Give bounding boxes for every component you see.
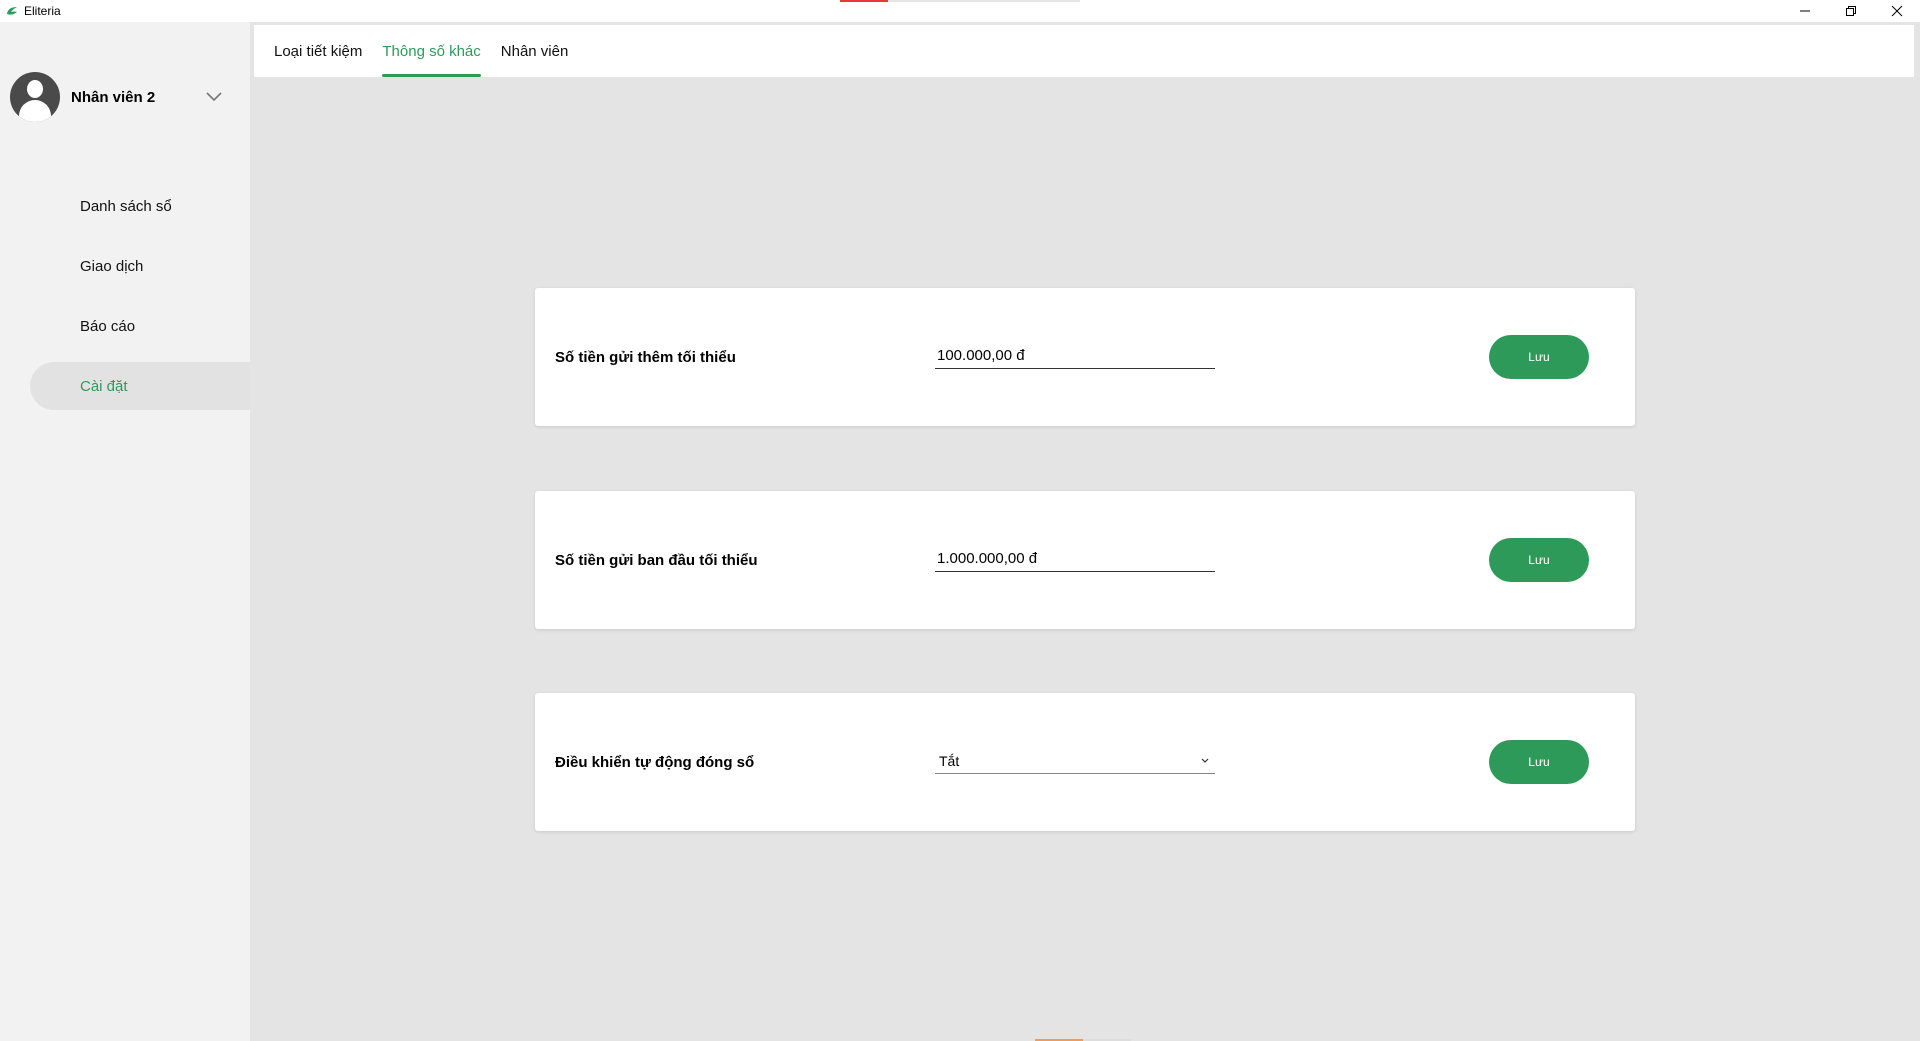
window-title: Eliteria [24, 4, 61, 18]
setting-card-min-initial: Số tiền gửi ban đầu tối thiểu Lưu [535, 491, 1635, 629]
sidebar-item-book-list[interactable]: Danh sách sổ [0, 182, 250, 230]
save-button[interactable]: Lưu [1489, 335, 1589, 379]
tab-employees[interactable]: Nhân viên [501, 25, 569, 77]
setting-card-auto-close: Điều khiển tự động đóng sổ Tắt Lưu [535, 693, 1635, 831]
sidebar-item-label: Báo cáo [80, 317, 136, 335]
tab-savings-types[interactable]: Loại tiết kiệm [274, 25, 362, 77]
app-logo-icon [3, 2, 21, 20]
user-menu[interactable]: Nhân viên 2 [10, 72, 240, 122]
tab-label: Loại tiết kiệm [274, 42, 363, 60]
sidebar-item-settings[interactable]: Cài đặt [30, 362, 250, 410]
main-content: Loại tiết kiệm Thông số khác Nhân viên S… [250, 22, 1920, 1041]
sidebar-item-transactions[interactable]: Giao dịch [0, 242, 250, 290]
close-icon[interactable] [1874, 0, 1920, 22]
title-bar: Eliteria [0, 0, 1920, 22]
window-controls [1782, 0, 1920, 22]
sidebar: Nhân viên 2 Danh sách sổ Giao dịch Báo c… [0, 22, 250, 1041]
sidebar-item-label: Giao dịch [80, 257, 144, 275]
sidebar-item-reports[interactable]: Báo cáo [0, 302, 250, 350]
loading-strip [840, 0, 1080, 2]
setting-label: Số tiền gửi ban đầu tối thiểu [555, 551, 758, 569]
sidebar-item-label: Cài đặt [80, 377, 128, 395]
user-name: Nhân viên 2 [71, 88, 156, 106]
chevron-down-icon [1197, 753, 1213, 769]
chevron-down-icon[interactable] [204, 87, 224, 107]
save-button[interactable]: Lưu [1489, 740, 1589, 784]
sidebar-nav: Danh sách sổ Giao dịch Báo cáo Cài đặt [0, 182, 250, 422]
avatar [10, 72, 60, 122]
auto-close-select[interactable]: Tắt [935, 748, 1215, 774]
tab-label: Thông số khác [382, 42, 481, 60]
setting-card-min-additional: Số tiền gửi thêm tối thiểu Lưu [535, 288, 1635, 426]
restore-icon[interactable] [1828, 0, 1874, 22]
tab-label: Nhân viên [500, 42, 569, 60]
save-button[interactable]: Lưu [1489, 538, 1589, 582]
setting-label: Số tiền gửi thêm tối thiểu [555, 348, 736, 366]
minimize-icon[interactable] [1782, 0, 1828, 22]
sidebar-item-label: Danh sách sổ [80, 197, 172, 215]
min-additional-input[interactable] [935, 343, 1215, 369]
tab-other-parameters[interactable]: Thông số khác [382, 25, 482, 77]
tab-bar: Loại tiết kiệm Thông số khác Nhân viên [254, 25, 1914, 77]
select-value: Tắt [939, 752, 960, 769]
min-initial-input[interactable] [935, 546, 1215, 572]
setting-label: Điều khiển tự động đóng sổ [555, 753, 755, 771]
